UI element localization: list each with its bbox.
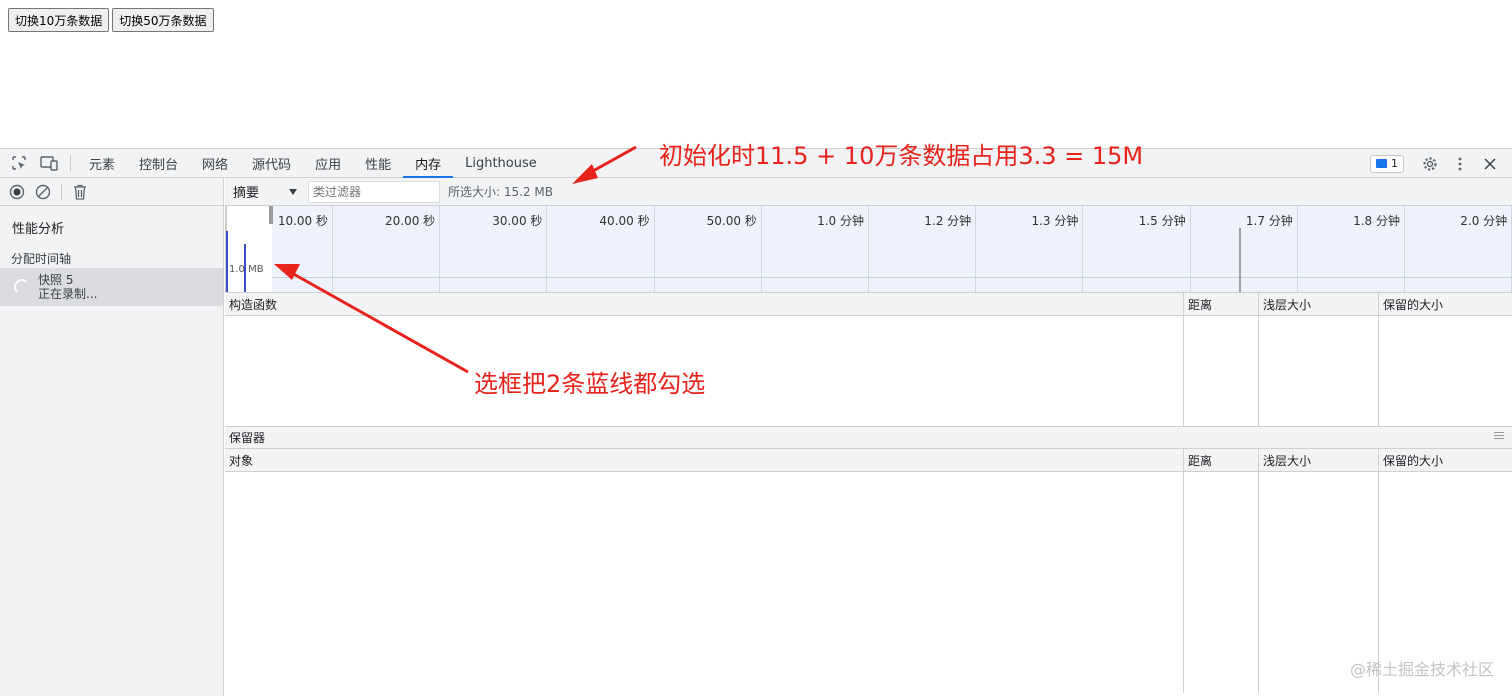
table-column (225, 472, 1184, 693)
message-icon (1376, 159, 1387, 168)
page-buttons: 切换10万条数据 切换50万条数据 (8, 8, 214, 32)
clear-icon[interactable] (32, 181, 54, 203)
profile-group-title: 分配时间轴 (11, 252, 72, 266)
record-icon[interactable] (6, 181, 28, 203)
timeline-tick-label: 1.7 分钟 (1245, 214, 1293, 228)
col-constructor[interactable]: 构造函数 (225, 293, 1184, 315)
table-column (1379, 316, 1512, 426)
tab-sources[interactable]: 源代码 (240, 149, 303, 177)
snapshot-item-text: 快照 5 正在录制... (38, 273, 97, 301)
tabbar-right-tools: 1 (1370, 149, 1512, 178)
timeline-tick-label: 50.00 秒 (706, 214, 757, 228)
issues-count: 1 (1391, 157, 1398, 170)
timeline-gridline (1404, 206, 1405, 292)
snapshot-status: 正在录制... (38, 287, 98, 301)
tab-network[interactable]: 网络 (190, 149, 240, 177)
switch-100k-button[interactable]: 切换10万条数据 (8, 8, 110, 32)
timeline-tick-label: 30.00 秒 (492, 214, 543, 228)
toolbar-divider (70, 155, 71, 171)
profiles-heading: 性能分析 (12, 222, 65, 237)
timeline-tick-label: 1.3 分钟 (1031, 214, 1079, 228)
table-column (225, 316, 1184, 426)
toolbar-divider (61, 183, 62, 200)
gear-icon[interactable] (1416, 150, 1444, 178)
retainers-table: 对象 距离 浅层大小 保留的大小 (225, 449, 1512, 694)
timeline-tick-label: 20.00 秒 (385, 214, 436, 228)
drag-handle-icon[interactable] (1494, 432, 1504, 441)
allocation-bar (226, 231, 228, 292)
timeline-gridline (868, 206, 869, 292)
timeline-gridline (332, 206, 333, 292)
tab-console[interactable]: 控制台 (127, 149, 190, 177)
table-header: 构造函数 距离 浅层大小 保留的大小 (225, 293, 1512, 316)
tab-application[interactable]: 应用 (303, 149, 353, 177)
devtools-tabbar: 元素 控制台 网络 源代码 应用 性能 内存 Lighthouse 1 (0, 149, 1512, 178)
timeline-gridline (653, 206, 655, 292)
table-body (225, 316, 1512, 426)
snapshot-name: 快照 5 (38, 273, 74, 287)
timeline-tick-label: 2.0 分钟 (1460, 214, 1508, 228)
tab-lighthouse[interactable]: Lighthouse (453, 149, 549, 177)
timeline-gridline (546, 206, 548, 292)
timeline-tick-label: 40.00 秒 (599, 214, 650, 228)
timeline-tick-label: 10.00 秒 (277, 214, 328, 228)
table-column (1184, 472, 1259, 693)
table-body (225, 472, 1512, 693)
timeline-tick-label: 1.0 分钟 (817, 214, 864, 228)
tab-memory[interactable]: 内存 (403, 149, 454, 178)
view-select[interactable]: 摘要 (225, 182, 305, 201)
col-object[interactable]: 对象 (225, 449, 1184, 471)
col-retained-size[interactable]: 保留的大小 (1379, 449, 1512, 471)
profiles-toolbar (0, 178, 223, 206)
table-header: 对象 距离 浅层大小 保留的大小 (225, 449, 1512, 472)
class-filter-input[interactable] (308, 180, 440, 203)
timeline-baseline (272, 277, 1512, 278)
timeline-gridline (760, 206, 762, 292)
timeline-gridline (1082, 206, 1084, 292)
tab-performance[interactable]: 性能 (353, 149, 403, 177)
selected-size: 所选大小: 15.2 MB (448, 185, 553, 199)
timeline-gridline (975, 206, 977, 292)
trash-icon[interactable] (69, 181, 91, 203)
filter-toolbar: 摘要 所选大小: 15.2 MB (225, 178, 1512, 206)
more-options-icon[interactable] (1446, 150, 1474, 178)
timeline-cursor (1239, 228, 1241, 292)
issues-badge[interactable]: 1 (1370, 154, 1404, 173)
watermark: @稀土掘金技术社区 (1349, 660, 1494, 679)
constructors-table: 构造函数 距离 浅层大小 保留的大小 (225, 293, 1512, 427)
device-toolbar-icon[interactable] (34, 149, 64, 177)
timeline-tick-label: 1.8 分钟 (1353, 214, 1400, 228)
col-distance[interactable]: 距离 (1184, 293, 1259, 315)
timeline-tick-label: 1.2 分钟 (924, 214, 972, 228)
close-icon[interactable] (1476, 150, 1504, 178)
memory-scale-label: 1.0 MB (229, 264, 264, 275)
profile-view: 摘要 所选大小: 15.2 MB 1.0 MB 10.00 秒 20.00 秒 30… (225, 178, 1512, 696)
col-retained-size[interactable]: 保留的大小 (1379, 293, 1512, 315)
tab-elements[interactable]: 元素 (77, 149, 127, 177)
retainers-title-text: 保留器 (229, 431, 266, 445)
switch-500k-button[interactable]: 切换50万条数据 (112, 8, 214, 32)
view-select-value: 摘要 (233, 186, 260, 201)
timeline-tick-label: 1.5 分钟 (1138, 214, 1186, 228)
col-shallow-size[interactable]: 浅层大小 (1259, 293, 1379, 315)
allocation-timeline[interactable]: 1.0 MB 10.00 秒 20.00 秒 30.00 秒 40.00 秒 50.00… (225, 206, 1512, 293)
timeline-gridline (1189, 206, 1191, 292)
profiles-sidebar: 性能分析 分配时间轴 快照 5 正在录制... (0, 178, 224, 696)
loading-spinner-icon (14, 279, 30, 295)
table-column (1184, 316, 1259, 426)
retainers-title[interactable]: 保留器 (225, 427, 1512, 449)
timeline-gridline (439, 206, 441, 292)
timeline-gridline (1296, 206, 1298, 292)
snapshot-item[interactable]: 快照 5 正在录制... (0, 268, 223, 306)
col-shallow-size[interactable]: 浅层大小 (1259, 449, 1379, 471)
devtools-panel: 元素 控制台 网络 源代码 应用 性能 内存 Lighthouse 1 性能分析… (0, 148, 1512, 696)
col-distance[interactable]: 距离 (1184, 449, 1259, 471)
caret-down-icon (289, 188, 297, 195)
inspect-element-icon[interactable] (4, 149, 34, 177)
table-column (1259, 316, 1379, 426)
